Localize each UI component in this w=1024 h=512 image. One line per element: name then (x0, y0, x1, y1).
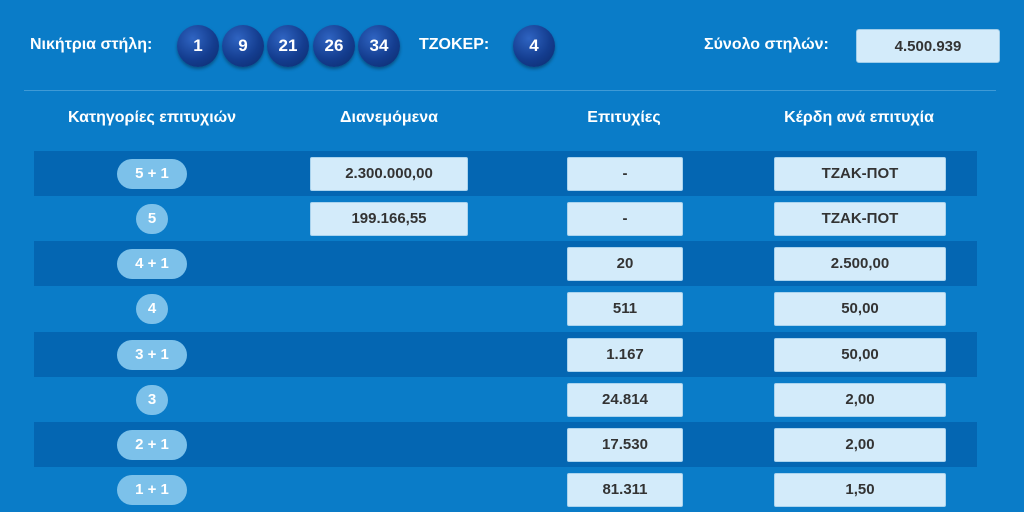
prize-per-winner: 50,00 (774, 291, 946, 326)
prize-per-winner: 2.500,00 (774, 246, 946, 281)
table-row: 3 + 1 1.167 50,00 (34, 332, 977, 377)
category-pill: 3 + 1 (117, 339, 187, 370)
category-pill: 3 (136, 384, 168, 415)
column-header-distributed: Διανεμόμενα (340, 109, 438, 126)
lottery-results-panel: Νικήτρια στήλη: 1 9 21 26 34 ΤΖΟΚΕΡ: 4 Σ… (0, 0, 1024, 512)
category-pill: 2 + 1 (117, 429, 187, 460)
total-columns-value: 4.500.939 (856, 29, 1000, 63)
winners-count: 81.311 (567, 472, 683, 507)
table-row: 5 199.166,55 - ΤΖΑΚ-ΠΟΤ (34, 196, 977, 241)
prize-per-winner: 50,00 (774, 337, 946, 372)
winners-count: 17.530 (567, 427, 683, 462)
header-divider (24, 90, 996, 91)
prize-per-winner: 1,50 (774, 472, 946, 507)
prize-per-winner: 2,00 (774, 427, 946, 462)
winners-count: 20 (567, 246, 683, 281)
distributed-amount: 199.166,55 (310, 201, 468, 236)
prize-per-winner: ΤΖΑΚ-ΠΟΤ (774, 156, 946, 191)
category-pill: 4 (136, 293, 168, 324)
joker-label: ΤΖΟΚΕΡ: (419, 36, 490, 53)
table-row: 2 + 1 17.530 2,00 (34, 422, 977, 467)
joker-number-ball: 4 (513, 25, 555, 67)
table-row: 3 24.814 2,00 (34, 377, 977, 422)
category-pill: 4 + 1 (117, 248, 187, 279)
table-row: 5 + 1 2.300.000,00 - ΤΖΑΚ-ΠΟΤ (34, 151, 977, 196)
winning-number-ball: 21 (267, 25, 309, 67)
table-row: 4 + 1 20 2.500,00 (34, 241, 977, 286)
winning-column-label: Νικήτρια στήλη: (30, 36, 153, 53)
distributed-amount: 2.300.000,00 (310, 156, 468, 191)
table-row: 1 + 1 81.311 1,50 (34, 467, 977, 512)
winning-number-ball: 34 (358, 25, 400, 67)
column-header-winners: Επιτυχίες (587, 109, 661, 126)
column-header-prize: Κέρδη ανά επιτυχία (784, 109, 934, 126)
column-header-categories: Κατηγορίες επιτυχιών (67, 109, 237, 126)
table-row: 4 511 50,00 (34, 286, 977, 331)
category-pill: 5 + 1 (117, 158, 187, 189)
prize-per-winner: 2,00 (774, 382, 946, 417)
winners-count: 1.167 (567, 337, 683, 372)
winners-count: - (567, 201, 683, 236)
category-pill: 5 (136, 203, 168, 234)
winning-number-ball: 9 (222, 25, 264, 67)
winners-count: - (567, 156, 683, 191)
total-columns-label: Σύνολο στηλών: (704, 36, 829, 53)
prize-per-winner: ΤΖΑΚ-ΠΟΤ (774, 201, 946, 236)
winners-count: 511 (567, 291, 683, 326)
category-pill: 1 + 1 (117, 474, 187, 505)
winners-count: 24.814 (567, 382, 683, 417)
winning-number-ball: 1 (177, 25, 219, 67)
winning-number-ball: 26 (313, 25, 355, 67)
